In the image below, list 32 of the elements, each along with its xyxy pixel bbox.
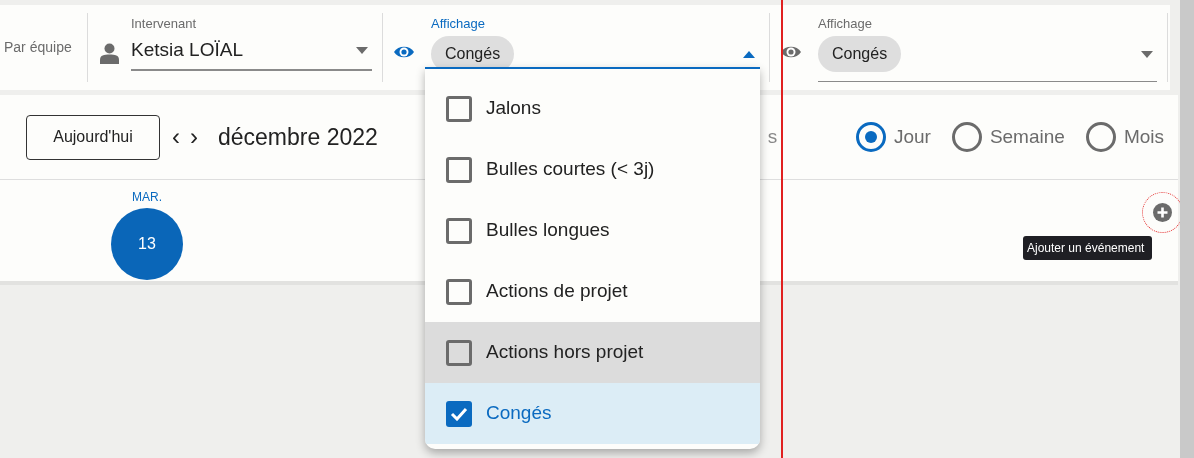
menu-item[interactable]: Bulles courtes (< 3j) bbox=[425, 139, 760, 200]
weekday-label: MAR. bbox=[132, 189, 162, 206]
caret-icon[interactable] bbox=[743, 50, 755, 58]
menu-item[interactable]: Congés bbox=[425, 383, 760, 444]
person-icon bbox=[100, 43, 119, 64]
menu-item[interactable]: Actions hors projet bbox=[425, 322, 760, 383]
next-button[interactable]: › bbox=[190, 125, 198, 149]
add-icon[interactable] bbox=[1153, 203, 1172, 222]
caret-icon[interactable] bbox=[356, 46, 368, 54]
field-label: Affichage bbox=[818, 16, 873, 32]
caret-icon[interactable] bbox=[1141, 50, 1153, 58]
field-value: Ketsia LOÏAL bbox=[131, 38, 243, 62]
view-radio[interactable]: Semaine bbox=[951, 122, 1065, 152]
field-label: Affichage bbox=[431, 16, 486, 32]
field-label: Intervenant bbox=[131, 16, 198, 32]
view-radio[interactable]: Jour bbox=[855, 122, 931, 152]
check-icon bbox=[450, 406, 468, 421]
period-title: décembre 2022 bbox=[218, 122, 378, 152]
today-button[interactable]: Aujourd'hui bbox=[26, 114, 160, 160]
scrollbar[interactable] bbox=[1180, 0, 1194, 458]
previous-button[interactable]: ‹ bbox=[172, 125, 180, 149]
menu-item[interactable]: Bulles longues bbox=[425, 200, 760, 261]
menu-item[interactable]: Jalons bbox=[425, 78, 760, 139]
tooltip: Ajouter un événement bbox=[1023, 236, 1153, 260]
team-label[interactable]: Par équipe bbox=[4, 37, 72, 58]
toolbar-text: s bbox=[767, 124, 778, 149]
eye-icon[interactable] bbox=[393, 44, 415, 60]
display-select[interactable]: Affichage Congés bbox=[818, 16, 1157, 82]
view-radio[interactable]: Mois bbox=[1085, 122, 1164, 152]
chip: Congés bbox=[818, 36, 902, 72]
assignee-select[interactable]: Intervenant Ketsia LOÏAL bbox=[131, 16, 372, 71]
menu-item[interactable]: Actions de projet bbox=[425, 261, 760, 322]
